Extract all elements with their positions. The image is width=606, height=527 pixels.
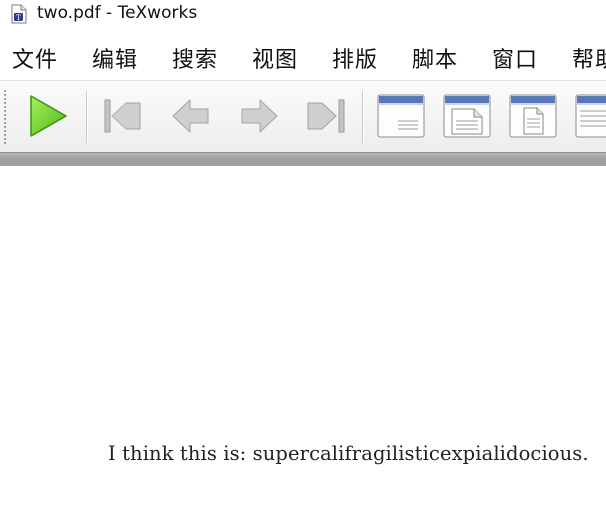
- first-page-icon: [102, 95, 144, 137]
- menu-typeset[interactable]: 排版: [332, 42, 378, 74]
- last-page-button[interactable]: [304, 95, 348, 137]
- fit-page-button[interactable]: [508, 93, 558, 139]
- menu-window[interactable]: 窗口: [492, 42, 538, 74]
- pdf-page-view[interactable]: I think this is: supercalifragilisticexp…: [0, 166, 606, 527]
- continuous-scroll-icon: [574, 93, 606, 139]
- window-title: two.pdf - TeXworks: [37, 3, 198, 23]
- previous-page-icon: [170, 97, 212, 135]
- typeset-icon: [26, 93, 70, 139]
- title-bar: T two.pdf - TeXworks: [0, 0, 606, 28]
- viewer-top-border: [0, 152, 606, 167]
- main-toolbar: [0, 80, 606, 153]
- fit-width-button[interactable]: [442, 93, 492, 139]
- next-page-icon: [238, 97, 280, 135]
- toolbar-grip[interactable]: [3, 89, 7, 145]
- fit-page-icon: [508, 93, 558, 139]
- menu-help[interactable]: 帮助: [572, 42, 606, 74]
- menu-file[interactable]: 文件: [12, 42, 58, 74]
- actual-size-button[interactable]: [376, 93, 426, 139]
- continuous-scroll-button[interactable]: [574, 93, 606, 139]
- next-page-button[interactable]: [238, 97, 280, 135]
- last-page-icon: [304, 95, 348, 137]
- menu-edit[interactable]: 编辑: [92, 42, 138, 74]
- fit-width-icon: [442, 93, 492, 139]
- svg-text:T: T: [16, 14, 21, 22]
- menu-search[interactable]: 搜索: [172, 42, 218, 74]
- previous-page-button[interactable]: [170, 97, 212, 135]
- actual-size-icon: [376, 93, 426, 139]
- menu-view[interactable]: 视图: [252, 42, 298, 74]
- typeset-button[interactable]: [26, 93, 70, 139]
- menu-bar: 文件 编辑 搜索 视图 排版 脚本 窗口 帮助: [0, 36, 606, 80]
- first-page-button[interactable]: [102, 95, 144, 137]
- document-text-line: I think this is: supercalifragilisticexp…: [108, 442, 589, 465]
- menu-script[interactable]: 脚本: [412, 42, 458, 74]
- pdf-document-icon: T: [10, 4, 28, 24]
